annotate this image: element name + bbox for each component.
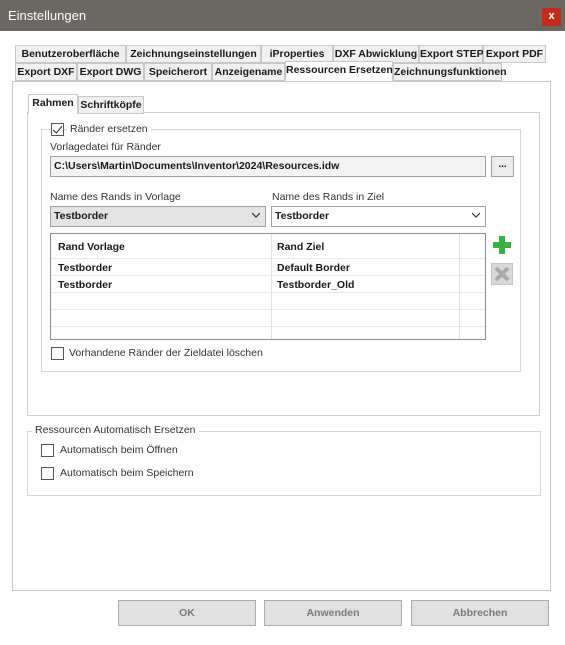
column-header-rand-ziel[interactable]: Rand Ziel — [277, 241, 324, 253]
template-file-label: Vorlagedatei für Ränder — [50, 141, 161, 153]
replace-borders-label: Ränder ersetzen — [67, 123, 151, 135]
check-icon — [52, 123, 63, 134]
x-icon — [494, 266, 510, 282]
browse-button[interactable]: ... — [491, 156, 514, 177]
plus-icon — [493, 236, 511, 254]
template-file-field[interactable]: C:\Users\Martin\Documents\Inventor\2024\… — [50, 156, 486, 177]
source-border-dropdown[interactable]: Testborder — [50, 206, 266, 227]
table-cell-vorlage[interactable]: Testborder — [58, 262, 112, 274]
border-mapping-table[interactable]: Rand Vorlage Rand Ziel Testborder Defaul… — [50, 233, 486, 340]
tab-zeichnungsfunktionen[interactable]: Zeichnungsfunktionen — [393, 63, 507, 81]
target-border-dropdown[interactable]: Testborder — [271, 206, 486, 227]
subtab-rahmen[interactable]: Rahmen — [28, 94, 78, 114]
column-header-rand-vorlage[interactable]: Rand Vorlage — [58, 241, 125, 253]
chevron-down-icon — [252, 212, 260, 218]
delete-existing-label: Vorhandene Ränder der Zieldatei löschen — [69, 347, 263, 359]
auto-on-save-label: Automatisch beim Speichern — [60, 467, 194, 479]
auto-on-open-checkbox[interactable] — [41, 444, 54, 457]
add-mapping-button[interactable] — [491, 234, 513, 256]
auto-replace-group — [27, 431, 541, 496]
window-title: Einstellungen — [8, 8, 87, 23]
auto-on-save-checkbox[interactable] — [41, 467, 54, 480]
delete-existing-checkbox[interactable] — [51, 347, 64, 360]
target-border-value: Testborder — [275, 210, 330, 222]
tab-benutzeroberflaeche[interactable]: Benutzeroberfläche — [15, 45, 126, 63]
remove-mapping-button[interactable] — [491, 263, 513, 285]
source-border-value: Testborder — [54, 210, 109, 222]
auto-replace-group-title: Ressourcen Automatisch Ersetzen — [32, 424, 199, 436]
tab-export-dwg[interactable]: Export DWG — [77, 63, 144, 81]
table-cell-ziel[interactable]: Default Border — [277, 262, 350, 274]
tab-export-step[interactable]: Export STEP — [419, 45, 484, 63]
tab-export-dxf[interactable]: Export DXF — [15, 63, 77, 81]
tab-zeichnungseinstellungen[interactable]: Zeichnungseinstellungen — [126, 45, 261, 63]
close-button[interactable]: x — [542, 8, 561, 26]
chevron-down-icon — [472, 212, 480, 218]
subtab-schriftkoepfe[interactable]: Schriftköpfe — [78, 96, 144, 114]
tab-speicherort[interactable]: Speicherort — [144, 63, 212, 81]
table-cell-ziel[interactable]: Testborder_Old — [277, 279, 354, 291]
auto-on-open-label: Automatisch beim Öffnen — [60, 444, 178, 456]
title-bar: Einstellungen x — [0, 0, 565, 31]
source-border-name-label: Name des Rands in Vorlage — [50, 191, 181, 203]
tab-anzeigename[interactable]: Anzeigename — [212, 63, 285, 81]
tab-export-pdf[interactable]: Export PDF — [483, 45, 546, 63]
cancel-button[interactable]: Abbrechen — [411, 600, 549, 626]
tab-ressourcen-ersetzen[interactable]: Ressourcen Ersetzen — [285, 61, 393, 81]
table-cell-vorlage[interactable]: Testborder — [58, 279, 112, 291]
apply-button[interactable]: Anwenden — [264, 600, 402, 626]
target-border-name-label: Name des Rands in Ziel — [272, 191, 385, 203]
ok-button[interactable]: OK — [118, 600, 256, 626]
replace-borders-checkbox[interactable] — [51, 123, 64, 136]
